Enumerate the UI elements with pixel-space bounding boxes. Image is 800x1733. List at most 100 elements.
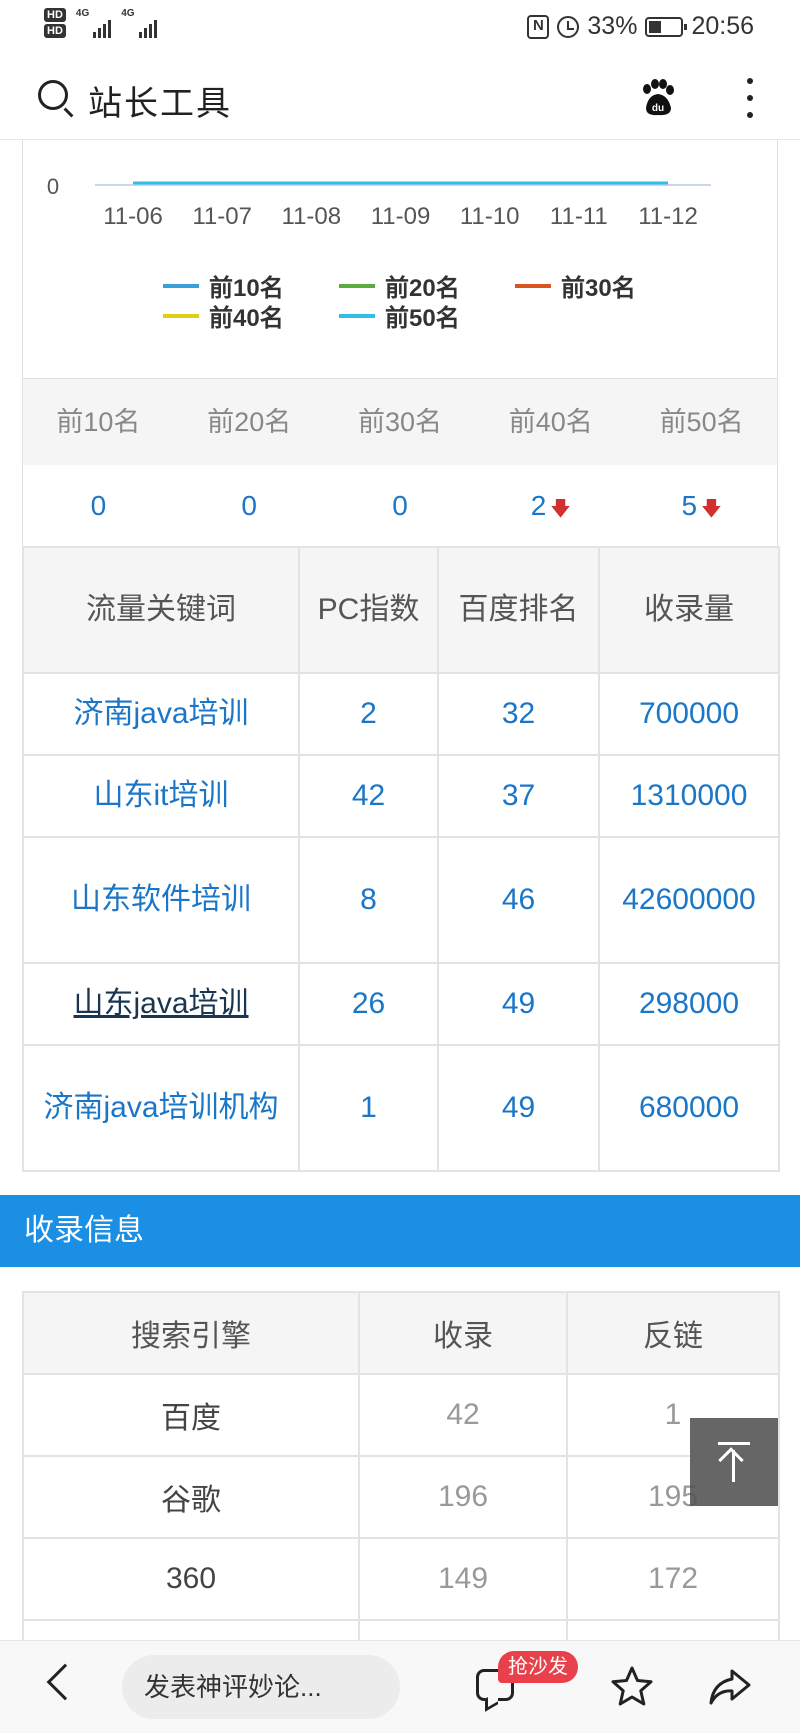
sofa-badge[interactable]: 抢沙发 xyxy=(498,1651,578,1683)
ranking-trend-chart: 0 11-06 11-07 11-08 11-09 11-10 11-11 11-12 前10… xyxy=(22,140,778,378)
table-row: 济南java培训 2 32 700000 xyxy=(22,672,780,756)
table-row: 谷歌 196 195 xyxy=(22,1455,780,1539)
col-header-pc-index: PC指数 xyxy=(298,546,439,674)
indexed-cell: 1310000 xyxy=(598,754,780,838)
pc-index-cell: 26 xyxy=(298,962,439,1046)
pc-index-cell: 8 xyxy=(298,836,439,964)
legend-swatch xyxy=(515,283,551,288)
rank-summary: 前10名 前20名 前30名 前40名 前50名 0 0 0 2 🡇 5 🡇 xyxy=(22,378,778,547)
legend-label: 前30名 xyxy=(561,275,636,302)
indexed-cell: 42600000 xyxy=(598,836,780,964)
legend-swatch xyxy=(163,313,199,318)
rank-header-top10: 前10名 xyxy=(56,407,141,437)
x-tick-label: 11-10 xyxy=(460,203,520,230)
signal-icon-1: 4G xyxy=(76,8,112,38)
x-tick-label: 11-09 xyxy=(371,203,431,230)
chart-plot: 0 11-06 11-07 11-08 11-09 11-10 11-11 11-12 xyxy=(47,174,711,230)
rank-value-top50[interactable]: 5 🡇 xyxy=(626,465,777,547)
alarm-icon xyxy=(557,15,580,38)
page-title: 站长工具 xyxy=(88,85,232,123)
legend-swatch xyxy=(163,283,199,288)
back-to-top-button[interactable] xyxy=(690,1418,778,1506)
indexed-cell: 42 xyxy=(358,1373,568,1457)
rank-header-top40: 前40名 xyxy=(508,407,593,437)
col-header-indexed: 收录量 xyxy=(598,546,780,674)
engine-cell: 谷歌 xyxy=(22,1455,360,1539)
indexed-cell: 149 xyxy=(358,1537,568,1621)
baidu-rank-cell: 37 xyxy=(437,754,600,838)
battery-percent: 33% xyxy=(587,12,638,40)
col-header-engine: 搜索引擎 xyxy=(22,1291,360,1375)
indexed-cell: 196 xyxy=(358,1455,568,1539)
clock: 20:56 xyxy=(691,12,754,40)
share-icon[interactable] xyxy=(706,1663,754,1711)
legend-item[interactable]: 前50名 xyxy=(339,298,460,333)
pc-index-cell: 42 xyxy=(298,754,439,838)
legend-label: 前50名 xyxy=(385,305,460,332)
svg-text:du: du xyxy=(652,103,664,114)
x-tick-label: 11-06 xyxy=(103,203,163,230)
keyword-link[interactable]: 山东软件培训 xyxy=(22,836,300,964)
table-row: 山东软件培训 8 46 42600000 xyxy=(22,836,780,964)
comment-input[interactable]: 发表神评妙论... xyxy=(122,1655,400,1719)
rank-value-top30[interactable]: 0 xyxy=(325,465,476,547)
keyword-link[interactable]: 济南java培训机构 xyxy=(22,1044,300,1172)
keyword-link[interactable]: 济南java培训 xyxy=(22,672,300,756)
down-arrow-icon: 🡇 xyxy=(701,498,722,520)
table-row: 360 149 172 xyxy=(22,1537,780,1621)
col-header-backlinks: 反链 xyxy=(566,1291,780,1375)
engine-cell: 360 xyxy=(22,1537,360,1621)
x-tick-label: 11-07 xyxy=(192,203,252,230)
legend-swatch xyxy=(339,313,375,318)
table-row: 济南java培训机构 1 49 680000 xyxy=(22,1044,780,1172)
engine-cell: 百度 xyxy=(22,1373,360,1457)
bottom-action-bar: 发表神评妙论... 抢沙发 xyxy=(0,1640,800,1733)
baidu-rank-cell: 49 xyxy=(437,962,600,1046)
keyword-link[interactable]: 山东it培训 xyxy=(22,754,300,838)
backlinks-cell: 172 xyxy=(566,1537,780,1621)
status-bar: HD HD 4G 4G N 33% 20:56 xyxy=(0,0,800,56)
rank-header-top20: 前20名 xyxy=(207,407,292,437)
section-header-index-info: 收录信息 xyxy=(0,1195,800,1267)
more-icon[interactable] xyxy=(746,78,754,118)
rank-header-top30: 前30名 xyxy=(357,407,443,437)
baidu-rank-cell: 49 xyxy=(437,1044,600,1172)
legend-item[interactable]: 前40名 xyxy=(163,298,284,333)
battery-icon xyxy=(645,16,688,37)
network-indicators: HD HD 4G 4G xyxy=(44,8,157,38)
x-tick-label: 11-12 xyxy=(638,203,698,230)
rank-header-top50: 前50名 xyxy=(659,407,744,437)
baidu-rank-cell: 46 xyxy=(437,836,600,964)
back-icon[interactable] xyxy=(46,1663,84,1701)
rank-value-top40[interactable]: 2 🡇 xyxy=(475,465,626,547)
col-header-baidu-rank: 百度排名 xyxy=(437,546,600,674)
x-tick-label: 11-08 xyxy=(282,203,342,230)
indexed-cell: 700000 xyxy=(598,672,780,756)
signal-icon-2: 4G xyxy=(121,8,157,38)
star-icon[interactable] xyxy=(608,1663,656,1711)
hd-badge-2: HD xyxy=(44,24,66,38)
rank-value-top10[interactable]: 0 xyxy=(23,465,174,547)
table-row: 山东it培训 42 37 1310000 xyxy=(22,754,780,838)
keyword-link[interactable]: 山东java培训 xyxy=(22,962,300,1046)
indexed-cell: 680000 xyxy=(598,1044,780,1172)
pc-index-cell: 2 xyxy=(298,672,439,756)
indexed-cell: 298000 xyxy=(598,962,780,1046)
x-tick-label: 11-11 xyxy=(550,203,608,230)
baidu-paw-icon[interactable]: du xyxy=(638,78,678,118)
y-tick-label: 0 xyxy=(47,174,59,199)
search-icon[interactable] xyxy=(38,80,68,110)
hd-badge-1: HD xyxy=(44,8,66,22)
rank-value-top20[interactable]: 0 xyxy=(174,465,325,547)
col-header-indexed: 收录 xyxy=(358,1291,568,1375)
down-arrow-icon: 🡇 xyxy=(550,498,571,520)
app-header: 站长工具 du xyxy=(0,56,800,140)
legend-item[interactable]: 前30名 xyxy=(515,268,636,303)
baidu-rank-cell: 32 xyxy=(437,672,600,756)
keyword-table: 流量关键词 PC指数 百度排名 收录量 济南java培训 2 32 700000… xyxy=(22,546,780,1172)
table-row: 山东java培训 26 49 298000 xyxy=(22,962,780,1046)
col-header-keyword: 流量关键词 xyxy=(22,546,300,674)
table-row: 百度 42 1 xyxy=(22,1373,780,1457)
legend-swatch xyxy=(339,283,375,288)
pc-index-cell: 1 xyxy=(298,1044,439,1172)
